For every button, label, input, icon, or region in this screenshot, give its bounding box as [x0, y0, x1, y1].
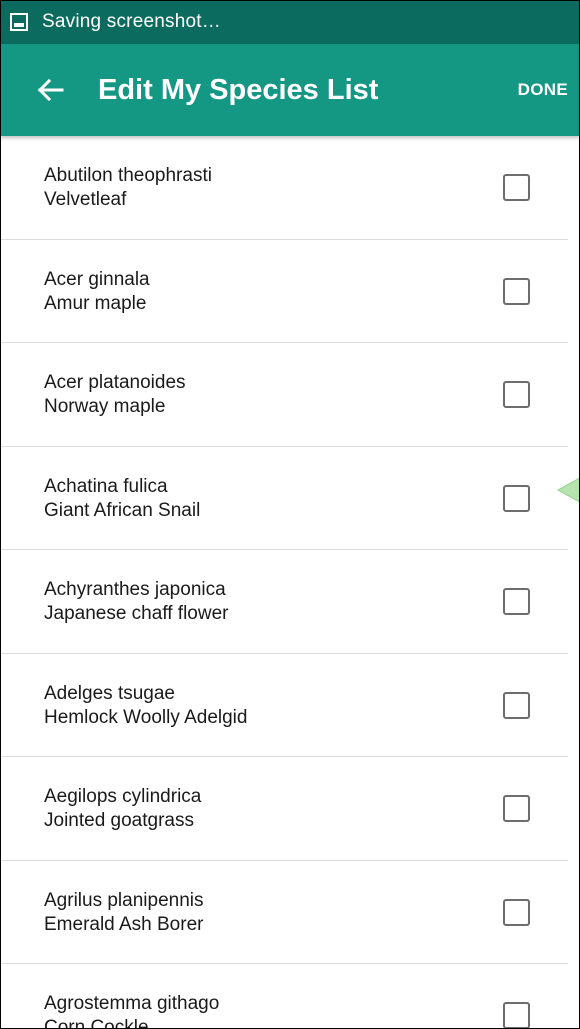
item-text: Agrilus planipennis Emerald Ash Borer [44, 889, 204, 937]
app-screen: Saving screenshot… Edit My Species List … [0, 0, 580, 1029]
scientific-name: Achyranthes japonica [44, 579, 226, 600]
species-checkbox[interactable] [503, 381, 530, 408]
list-item[interactable]: Abutilon theophrasti Velvetleaf [0, 136, 568, 240]
scientific-name: Adelges tsugae [44, 682, 175, 704]
list-item[interactable]: Adelges tsugae Hemlock Woolly Adelgid [0, 654, 568, 757]
species-checkbox[interactable] [503, 174, 530, 201]
list-item[interactable]: Acer platanoides Norway maple [0, 343, 568, 447]
species-list[interactable]: Abutilon theophrasti Velvetleaf Acer gin… [0, 136, 580, 1029]
app-bar: Edit My Species List DONE [0, 44, 580, 136]
item-text: Abutilon theophrasti Velvetleaf [44, 164, 212, 212]
species-checkbox[interactable] [503, 1002, 530, 1029]
list-item[interactable]: Acer ginnala Amur maple [0, 240, 568, 343]
page-title: Edit My Species List [98, 73, 379, 106]
common-name: Jointed goatgrass [44, 810, 194, 831]
back-button[interactable] [32, 72, 68, 108]
species-checkbox[interactable] [503, 898, 530, 926]
item-text: Acer platanoides Norway maple [44, 371, 186, 419]
scientific-name: Acer platanoides [44, 372, 186, 393]
common-name: Hemlock Woolly Adelgid [44, 706, 248, 728]
scientific-name: Agrilus planipennis [44, 889, 204, 911]
item-text: Acer ginnala Amur maple [44, 268, 150, 316]
list-item[interactable]: Agrilus planipennis Emerald Ash Borer [0, 861, 568, 964]
common-name: Amur maple [44, 292, 147, 314]
species-checkbox[interactable] [503, 691, 530, 719]
item-text: Adelges tsugae Hemlock Woolly Adelgid [44, 682, 247, 730]
list-item[interactable]: Achatina fulica Giant African Snail [0, 447, 568, 550]
common-name: Emerald Ash Borer [44, 913, 204, 935]
scientific-name: Agrostemma githago [44, 993, 220, 1014]
scientific-name: Abutilon theophrasti [44, 165, 212, 186]
species-checkbox[interactable] [503, 795, 530, 822]
item-text: Agrostemma githago Corn Cockle [44, 992, 219, 1029]
status-bar: Saving screenshot… [0, 0, 580, 44]
scientific-name: Achatina fulica [44, 475, 168, 497]
item-text: Aegilops cylindrica Jointed goatgrass [44, 785, 201, 833]
item-text: Achyranthes japonica Japanese chaff flow… [44, 578, 229, 626]
common-name: Japanese chaff flower [44, 603, 229, 624]
status-text: Saving screenshot… [42, 11, 221, 32]
species-checkbox[interactable] [503, 588, 530, 615]
common-name: Corn Cockle [44, 1017, 149, 1029]
image-icon [10, 13, 28, 31]
list-item[interactable]: Achyranthes japonica Japanese chaff flow… [0, 550, 568, 654]
list-item[interactable]: Agrostemma githago Corn Cockle [0, 964, 568, 1029]
list-item[interactable]: Aegilops cylindrica Jointed goatgrass [0, 757, 568, 861]
common-name: Giant African Snail [44, 499, 201, 521]
species-checkbox[interactable] [503, 484, 530, 512]
item-text: Achatina fulica Giant African Snail [44, 475, 200, 523]
species-checkbox[interactable] [503, 277, 530, 305]
done-button[interactable]: DONE [518, 80, 568, 100]
scroll-indicator-icon[interactable] [556, 470, 580, 510]
common-name: Norway maple [44, 396, 166, 417]
scientific-name: Aegilops cylindrica [44, 786, 202, 807]
arrow-left-icon [37, 78, 64, 102]
common-name: Velvetleaf [44, 189, 127, 210]
scientific-name: Acer ginnala [44, 268, 150, 290]
